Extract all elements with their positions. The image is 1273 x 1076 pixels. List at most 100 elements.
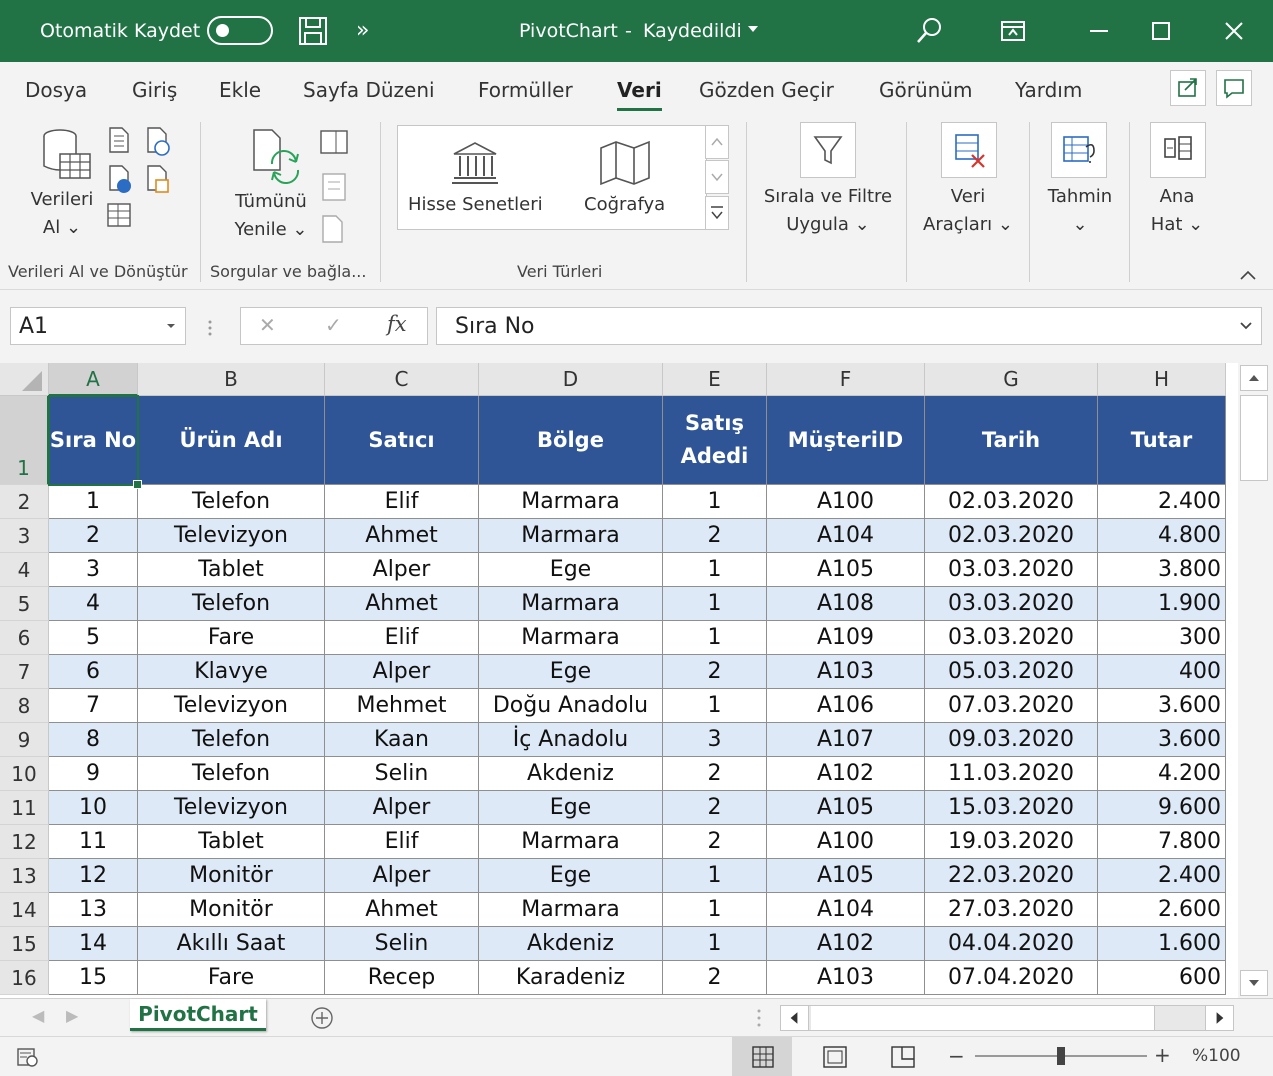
row-header[interactable]: 16 [0, 961, 49, 995]
table-cell[interactable]: Marmara [479, 621, 663, 655]
table-cell[interactable]: 2 [663, 961, 767, 995]
quick-access-more[interactable]: » [356, 18, 369, 43]
header-cell[interactable]: Satış Adedi [663, 396, 767, 485]
ribbon-display-icon[interactable] [996, 14, 1030, 48]
table-cell[interactable]: 27.03.2020 [925, 893, 1098, 927]
table-cell[interactable]: Ege [479, 553, 663, 587]
table-cell[interactable]: 9.600 [1098, 791, 1226, 825]
tab-file[interactable]: Dosya [25, 78, 87, 102]
table-cell[interactable]: 1 [663, 587, 767, 621]
row-header[interactable]: 5 [0, 587, 49, 621]
table-cell[interactable]: 04.04.2020 [925, 927, 1098, 961]
table-cell[interactable]: Marmara [479, 825, 663, 859]
h-scroll-thumb[interactable] [811, 1006, 1155, 1030]
name-box[interactable]: A1 [10, 307, 186, 345]
table-cell[interactable]: Marmara [479, 519, 663, 553]
table-cell[interactable]: Fare [138, 961, 325, 995]
get-data-label[interactable]: Verileri Al ⌄ [30, 186, 94, 242]
table-cell[interactable]: Recep [325, 961, 479, 995]
table-cell[interactable]: Monitör [138, 893, 325, 927]
table-cell[interactable]: Akdeniz [479, 927, 663, 961]
table-cell[interactable]: 10 [49, 791, 138, 825]
column-header-h[interactable]: H [1098, 363, 1226, 396]
table-cell[interactable]: Alper [325, 859, 479, 893]
table-cell[interactable]: 4.200 [1098, 757, 1226, 791]
table-cell[interactable]: Alper [325, 655, 479, 689]
table-cell[interactable]: 3.600 [1098, 689, 1226, 723]
table-cell[interactable]: A100 [767, 825, 925, 859]
worksheet-grid[interactable]: A B C D E F G H 1 Sıra No Ürün Adı Satıcı Bölge Satış… [0, 363, 1238, 998]
table-cell[interactable]: A105 [767, 859, 925, 893]
autosave-toggle[interactable] [207, 16, 273, 45]
table-cell[interactable]: Ahmet [325, 519, 479, 553]
table-cell[interactable]: A105 [767, 553, 925, 587]
vertical-scrollbar[interactable] [1238, 363, 1273, 998]
table-cell[interactable]: 2.400 [1098, 485, 1226, 519]
table-cell[interactable]: 400 [1098, 655, 1226, 689]
row-header[interactable]: 13 [0, 859, 49, 893]
column-header-e[interactable]: E [663, 363, 767, 396]
header-cell[interactable]: Tarih [925, 396, 1098, 485]
column-header-g[interactable]: G [925, 363, 1098, 396]
table-cell[interactable]: 9 [49, 757, 138, 791]
table-cell[interactable]: 11.03.2020 [925, 757, 1098, 791]
table-cell[interactable]: 11 [49, 825, 138, 859]
table-cell[interactable]: 2 [663, 757, 767, 791]
table-cell[interactable]: Marmara [479, 587, 663, 621]
header-cell[interactable]: Bölge [479, 396, 663, 485]
table-cell[interactable]: Ege [479, 791, 663, 825]
accessibility-icon[interactable] [15, 1045, 43, 1069]
table-cell[interactable]: Fare [138, 621, 325, 655]
row-header[interactable]: 15 [0, 927, 49, 961]
table-cell[interactable]: 3 [49, 553, 138, 587]
maximize-icon[interactable] [1144, 14, 1178, 48]
table-cell[interactable]: A104 [767, 893, 925, 927]
table-cell[interactable]: 05.03.2020 [925, 655, 1098, 689]
table-cell[interactable]: Akdeniz [479, 757, 663, 791]
row-header[interactable]: 2 [0, 485, 49, 519]
table-cell[interactable]: Ahmet [325, 587, 479, 621]
scroll-left-icon[interactable] [781, 1006, 809, 1030]
data-tools-label[interactable]: Veri Araçları ⌄ [918, 183, 1018, 239]
header-cell[interactable]: Ürün Adı [138, 396, 325, 485]
gallery-scroll-up[interactable] [705, 125, 729, 159]
close-icon[interactable] [1217, 14, 1251, 48]
save-icon[interactable] [296, 14, 330, 48]
outline-icon-box[interactable] [1150, 122, 1206, 178]
table-cell[interactable]: 4 [49, 587, 138, 621]
row-header[interactable]: 3 [0, 519, 49, 553]
table-cell[interactable]: 300 [1098, 621, 1226, 655]
table-cell[interactable]: 13 [49, 893, 138, 927]
table-cell[interactable]: 4.800 [1098, 519, 1226, 553]
table-cell[interactable]: A102 [767, 757, 925, 791]
table-cell[interactable]: A108 [767, 587, 925, 621]
table-cell[interactable]: Televizyon [138, 689, 325, 723]
gallery-scroll-down[interactable] [705, 160, 729, 194]
prev-sheet-icon[interactable]: ◀ [32, 1006, 44, 1025]
table-cell[interactable]: 2.600 [1098, 893, 1226, 927]
table-cell[interactable]: 2 [663, 519, 767, 553]
table-cell[interactable]: Ege [479, 859, 663, 893]
chevron-down-icon[interactable] [743, 22, 763, 36]
table-cell[interactable]: 03.03.2020 [925, 553, 1098, 587]
row-header[interactable]: 4 [0, 553, 49, 587]
table-cell[interactable]: 03.03.2020 [925, 621, 1098, 655]
table-cell[interactable]: 2 [663, 825, 767, 859]
header-cell[interactable]: Sıra No [49, 396, 138, 485]
table-cell[interactable]: 1 [663, 485, 767, 519]
tab-view[interactable]: Görünüm [879, 78, 972, 102]
row-header[interactable]: 6 [0, 621, 49, 655]
table-cell[interactable]: 09.03.2020 [925, 723, 1098, 757]
table-cell[interactable]: Telefon [138, 757, 325, 791]
table-cell[interactable]: Televizyon [138, 791, 325, 825]
gallery-more[interactable] [705, 196, 729, 230]
table-cell[interactable]: 15.03.2020 [925, 791, 1098, 825]
select-all-button[interactable] [0, 363, 49, 396]
row-header[interactable]: 8 [0, 689, 49, 723]
column-header-f[interactable]: F [767, 363, 925, 396]
table-cell[interactable]: Telefon [138, 587, 325, 621]
outline-label[interactable]: Ana Hat ⌄ [1140, 183, 1214, 239]
sort-filter-icon-box[interactable] [800, 122, 856, 178]
table-cell[interactable]: Monitör [138, 859, 325, 893]
table-cell[interactable]: Akıllı Saat [138, 927, 325, 961]
